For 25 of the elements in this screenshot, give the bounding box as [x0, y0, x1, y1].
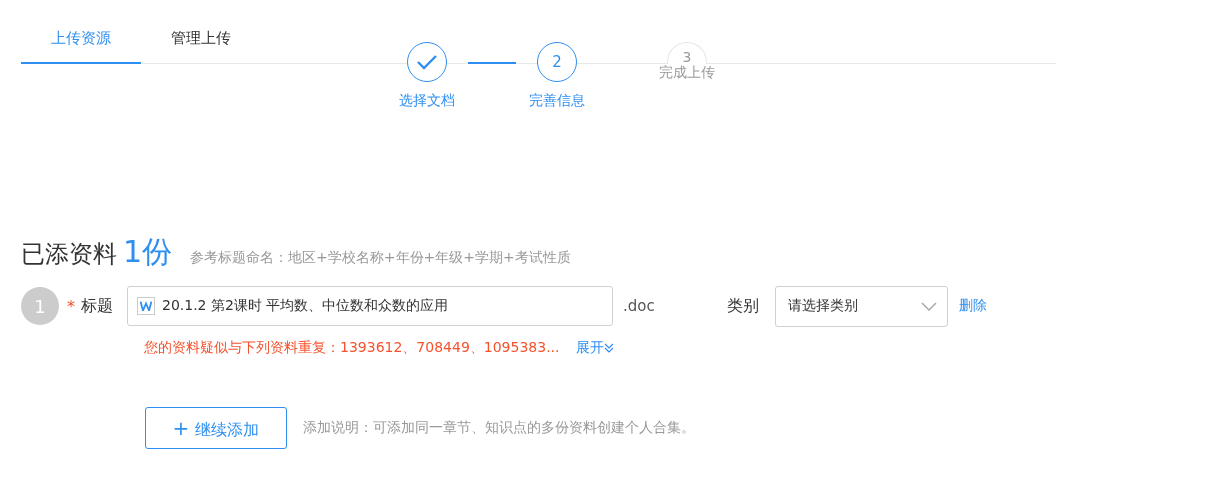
- add-more-button[interactable]: + 继续添加: [145, 407, 287, 449]
- step-number: 2: [552, 53, 562, 71]
- double-chevron-icon: [603, 343, 614, 353]
- category-label: 类别: [727, 295, 760, 317]
- file-count: 1份: [123, 233, 173, 271]
- title-field[interactable]: 20.1.2 第2课时 平均数、中位数和众数的应用: [127, 286, 613, 326]
- expand-link[interactable]: 展开: [575, 339, 614, 357]
- section-title: 已添资料: [21, 239, 117, 270]
- add-note: 添加说明：可添加同一章节、知识点的多份资料创建个人合集。: [303, 419, 695, 437]
- file-extension: .doc: [623, 297, 656, 315]
- check-icon: [416, 54, 438, 70]
- step-label: 完成上传: [659, 64, 715, 82]
- chevron-down-icon: [921, 301, 937, 311]
- naming-hint: 参考标题命名：地区+学校名称+年份+年级+学期+考试性质: [190, 249, 571, 267]
- word-file-icon: [137, 297, 155, 315]
- tab[interactable]: 管理上传: [141, 20, 261, 64]
- delete-link[interactable]: 删除: [959, 297, 987, 315]
- required-mark: *: [67, 296, 75, 316]
- step-label: 完善信息: [529, 92, 585, 110]
- title-label: 标题: [81, 295, 114, 317]
- tab[interactable]: 上传资源: [21, 20, 141, 64]
- category-select[interactable]: 请选择类别: [775, 285, 948, 327]
- duplicate-warning: 您的资料疑似与下列资料重复：1393612、708449、1095383...: [144, 339, 560, 357]
- step-label: 选择文档: [399, 92, 455, 110]
- step-number: 3: [682, 49, 692, 65]
